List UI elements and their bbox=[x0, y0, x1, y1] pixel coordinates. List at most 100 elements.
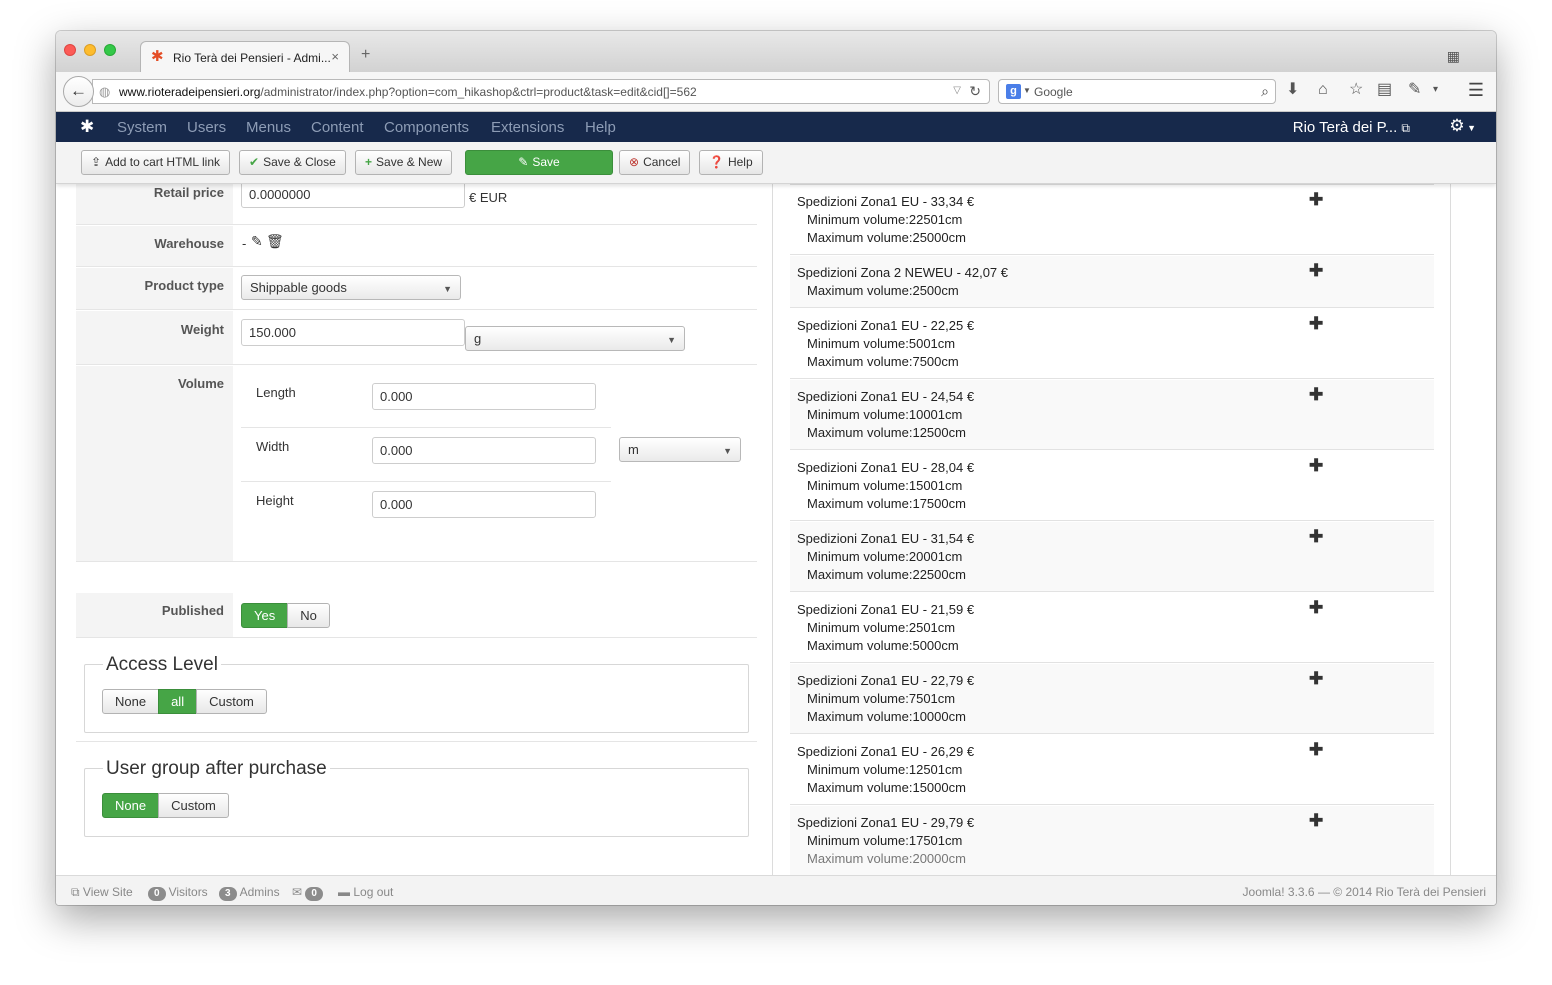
zoom-window-button[interactable] bbox=[104, 44, 116, 56]
view-site-link[interactable]: ⧉ View Site bbox=[71, 885, 133, 900]
add-plus-icon[interactable]: ✚ bbox=[1309, 457, 1323, 475]
retail-price-label: Retail price bbox=[76, 184, 233, 224]
visitors-count: 0 bbox=[148, 887, 166, 901]
logout-link[interactable]: ▬ Log out bbox=[338, 885, 393, 899]
close-window-button[interactable] bbox=[64, 44, 76, 56]
shipping-title: Spedizioni Zona1 EU - 29,79 € bbox=[797, 815, 975, 830]
minimize-window-button[interactable] bbox=[84, 44, 96, 56]
reload-icon[interactable]: ↻ bbox=[969, 83, 981, 100]
menu-components[interactable]: Components bbox=[384, 119, 469, 136]
save-close-button[interactable]: ✔ Save & Close bbox=[239, 150, 346, 175]
home-icon[interactable]: ⌂ bbox=[1318, 80, 1328, 100]
reading-list-icon[interactable]: ▤ bbox=[1377, 80, 1392, 100]
add-plus-icon[interactable]: ✚ bbox=[1309, 262, 1323, 280]
pencil-edit-icon[interactable]: ✎ bbox=[251, 233, 263, 250]
add-plus-icon[interactable]: ✚ bbox=[1309, 741, 1323, 759]
help-button[interactable]: ❓ Help bbox=[699, 150, 763, 175]
user-group-options: None Custom bbox=[102, 793, 229, 818]
height-input[interactable]: 0.000 bbox=[372, 491, 596, 518]
tab-groups-icon[interactable]: ▦ bbox=[1447, 48, 1460, 65]
menu-extensions[interactable]: Extensions bbox=[491, 119, 564, 136]
section-divider bbox=[76, 741, 757, 742]
save-new-button[interactable]: + Save & New bbox=[355, 150, 453, 175]
downloads-icon[interactable]: ⬇ bbox=[1286, 80, 1299, 100]
admins-count: 3 bbox=[219, 887, 237, 901]
hamburger-menu-icon[interactable]: ☰ bbox=[1468, 80, 1484, 100]
published-yes-button[interactable]: Yes bbox=[241, 603, 289, 628]
dimension-unit-select[interactable]: m ▼ bbox=[619, 437, 741, 462]
google-icon[interactable]: g bbox=[1006, 84, 1021, 99]
add-plus-icon[interactable]: ✚ bbox=[1309, 315, 1323, 333]
menu-help[interactable]: Help bbox=[585, 119, 616, 136]
cancel-button[interactable]: ⊗ Cancel bbox=[619, 150, 691, 175]
access-all-button[interactable]: all bbox=[158, 689, 198, 714]
menu-content[interactable]: Content bbox=[311, 119, 364, 136]
url-history-dropdown-icon[interactable]: ▽ bbox=[953, 85, 961, 96]
length-label: Length bbox=[256, 385, 296, 400]
retail-price-input[interactable]: 0.0000000 bbox=[241, 184, 465, 208]
shipping-min-volume: Minimum volume:2501cm bbox=[807, 620, 956, 635]
extension-dropdown-icon[interactable]: ▾ bbox=[1433, 80, 1438, 100]
tab-close-icon[interactable]: × bbox=[331, 49, 339, 64]
menu-system[interactable]: System bbox=[117, 119, 167, 136]
user-group-custom-button[interactable]: Custom bbox=[158, 793, 229, 818]
globe-icon: ◍ bbox=[99, 84, 111, 99]
shipping-title: Spedizioni Zona1 EU - 33,34 € bbox=[797, 194, 975, 209]
currency-label: € EUR bbox=[469, 190, 508, 205]
help-circle-icon: ❓ bbox=[709, 155, 724, 169]
height-label: Height bbox=[256, 493, 294, 508]
access-none-button[interactable]: None bbox=[102, 689, 160, 714]
shipping-row: Spedizioni Zona1 EU - 21,59 € Minimum vo… bbox=[790, 593, 1434, 663]
new-tab-icon[interactable]: + bbox=[361, 47, 370, 63]
add-plus-icon[interactable]: ✚ bbox=[1309, 191, 1323, 209]
menu-menus[interactable]: Menus bbox=[246, 119, 291, 136]
extension-icon[interactable]: ✎ bbox=[1408, 80, 1421, 100]
messages-indicator[interactable]: ✉ 0 bbox=[292, 885, 326, 901]
add-plus-icon[interactable]: ✚ bbox=[1309, 528, 1323, 546]
search-bar[interactable]: g ▼ Google ⌕ bbox=[998, 79, 1276, 104]
browser-tab[interactable]: ✱ Rio Terà dei Pensieri - Admi... × bbox=[140, 41, 350, 73]
warehouse-value: - bbox=[242, 236, 247, 251]
visitors-indicator[interactable]: 0 Visitors bbox=[148, 885, 208, 901]
trash-icon[interactable]: 🗑 bbox=[266, 233, 284, 250]
save-button[interactable]: ✎ Save bbox=[465, 150, 613, 175]
access-level-options: None all Custom bbox=[102, 689, 267, 714]
search-placeholder: Google bbox=[1034, 85, 1073, 99]
bookmark-star-icon[interactable]: ☆ bbox=[1349, 80, 1363, 100]
product-edit-content: Retail price 0.0000000 € EUR Warehouse -… bbox=[56, 184, 1496, 875]
help-label: Help bbox=[727, 155, 753, 169]
dimension-unit-value: m bbox=[628, 442, 639, 457]
user-settings-gear-icon[interactable]: ⚙ ▼ bbox=[1449, 116, 1476, 136]
shipping-max-volume: Maximum volume:2500cm bbox=[807, 283, 959, 298]
site-link[interactable]: Rio Terà dei P... ⧉ bbox=[1293, 119, 1410, 136]
joomla-logo-icon[interactable]: ✱ bbox=[80, 117, 94, 137]
add-plus-icon[interactable]: ✚ bbox=[1309, 812, 1323, 830]
length-input[interactable]: 0.000 bbox=[372, 383, 596, 410]
shipping-title: Spedizioni Zona1 EU - 21,59 € bbox=[797, 602, 975, 617]
url-text[interactable]: www.rioteradeipensieri.org/administrator… bbox=[119, 85, 697, 99]
shipping-title: Spedizioni Zona1 EU - 22,25 € bbox=[797, 318, 975, 333]
access-custom-button[interactable]: Custom bbox=[196, 689, 267, 714]
add-to-cart-html-link-button[interactable]: ⇪ Add to cart HTML link bbox=[81, 150, 230, 175]
product-type-row: Product type Shippable goods ▼ bbox=[76, 268, 757, 310]
url-bar[interactable]: ◍ www.rioteradeipensieri.org/administrat… bbox=[92, 79, 990, 104]
search-engine-dropdown-icon[interactable]: ▼ bbox=[1023, 86, 1031, 95]
panel-right-border bbox=[1450, 184, 1451, 875]
add-plus-icon[interactable]: ✚ bbox=[1309, 599, 1323, 617]
view-site-label: View Site bbox=[82, 885, 133, 899]
user-group-none-button[interactable]: None bbox=[102, 793, 160, 818]
menu-users[interactable]: Users bbox=[187, 119, 226, 136]
admins-indicator[interactable]: 3 Admins bbox=[219, 885, 280, 901]
weight-unit-select[interactable]: g ▼ bbox=[465, 326, 685, 351]
search-icon[interactable]: ⌕ bbox=[1261, 83, 1269, 100]
width-input[interactable]: 0.000 bbox=[372, 437, 596, 464]
add-plus-icon[interactable]: ✚ bbox=[1309, 386, 1323, 404]
admin-status-bar: ⧉ View Site 0 Visitors 3 Admins ✉ 0 ▬ Log … bbox=[56, 875, 1496, 905]
back-button[interactable]: ← bbox=[63, 76, 94, 107]
product-type-select[interactable]: Shippable goods ▼ bbox=[241, 275, 461, 300]
envelope-icon: ✉ bbox=[292, 885, 303, 899]
published-no-button[interactable]: No bbox=[287, 603, 330, 628]
add-plus-icon[interactable]: ✚ bbox=[1309, 670, 1323, 688]
weight-input[interactable]: 150.000 bbox=[241, 319, 465, 346]
plus-icon: + bbox=[365, 155, 373, 169]
